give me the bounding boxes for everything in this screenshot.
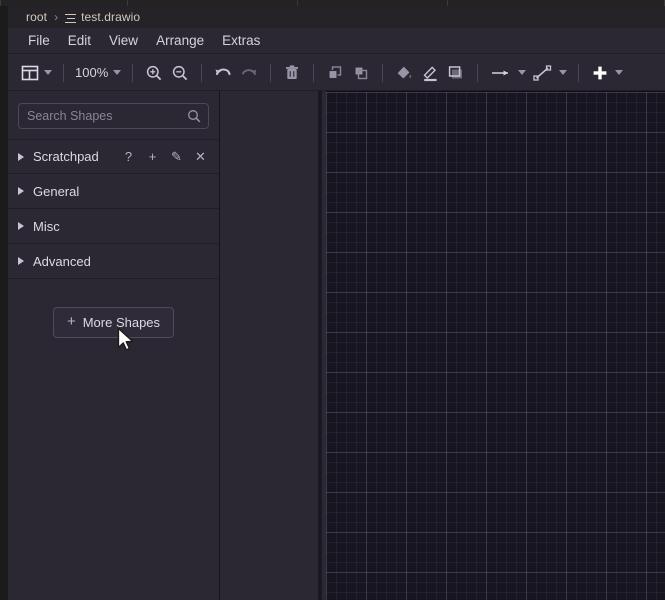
document-lines-icon — [65, 13, 77, 24]
toolbar-separator — [382, 63, 384, 82]
search-container — [8, 91, 219, 139]
toolbar-separator — [201, 63, 203, 82]
chevron-down-icon — [113, 70, 122, 75]
triangle-right-icon — [18, 187, 24, 195]
search-icon[interactable] — [187, 109, 201, 128]
menu-view[interactable]: View — [100, 31, 147, 50]
undo-arrow-icon — [215, 67, 231, 75]
shadow-button[interactable] — [443, 59, 469, 87]
triangle-right-icon — [18, 222, 24, 230]
shape-section-label: General — [33, 183, 80, 199]
insert-button[interactable] — [587, 59, 626, 87]
shape-section-advanced[interactable]: Advanced — [8, 244, 219, 279]
menu-file[interactable]: File — [19, 31, 59, 50]
redo-button[interactable] — [236, 59, 262, 87]
toolbar-separator — [63, 63, 64, 82]
zoom-out-button[interactable] — [167, 59, 193, 87]
line-color-button[interactable] — [417, 59, 443, 87]
breadcrumb-separator: › — [54, 10, 59, 24]
shape-section-label: Advanced — [33, 253, 91, 269]
fill-color-button[interactable] — [391, 59, 417, 87]
chevron-down-icon — [518, 70, 527, 75]
left-gutter — [0, 6, 8, 600]
toolbar-separator — [578, 63, 580, 82]
delete-button[interactable] — [279, 59, 305, 87]
menu-edit[interactable]: Edit — [59, 31, 100, 50]
breadcrumb-root[interactable]: root — [26, 10, 47, 24]
menu-arrange[interactable]: Arrange — [147, 31, 213, 50]
drawio-window: root › test.drawio File Edit View Arrang… — [0, 0, 665, 600]
edge-style-button[interactable] — [529, 59, 570, 87]
scratchpad-edit-icon[interactable]: ✎ — [170, 150, 183, 163]
to-back-button[interactable] — [348, 59, 374, 87]
breadcrumb: root › test.drawio — [8, 6, 665, 28]
zoom-out-icon — [173, 65, 188, 80]
connection-arrow-icon — [492, 70, 509, 75]
menu-extras[interactable]: Extras — [213, 31, 269, 50]
toolbar-separator — [132, 63, 134, 82]
scratchpad-close-icon[interactable]: ✕ — [194, 150, 207, 163]
toolbar-separator — [477, 63, 479, 82]
triangle-right-icon — [18, 257, 24, 265]
bring-to-front-icon — [328, 65, 342, 79]
shapes-panel: Scratchpad ? + ✎ ✕ General Misc Advanced… — [8, 91, 220, 600]
breadcrumb-file[interactable]: test.drawio — [65, 10, 140, 24]
diagram-canvas[interactable] — [326, 91, 665, 600]
chevron-down-icon — [615, 70, 624, 75]
to-front-button[interactable] — [322, 59, 348, 87]
triangle-right-icon — [18, 152, 24, 161]
plus-icon: + — [66, 313, 76, 330]
chevron-down-icon — [559, 70, 568, 75]
redo-arrow-icon — [242, 68, 257, 75]
zoom-level-label: 100% — [75, 65, 109, 80]
shape-section-scratchpad[interactable]: Scratchpad ? + ✎ ✕ — [8, 139, 219, 174]
edge-style-icon — [533, 64, 552, 81]
outline-panel — [221, 91, 322, 600]
trash-icon — [286, 64, 299, 79]
scratchpad-help-icon[interactable]: ? — [122, 150, 135, 163]
view-layout-button[interactable] — [18, 59, 55, 87]
breadcrumb-file-label: test.drawio — [81, 10, 141, 24]
scratchpad-actions: ? + ✎ ✕ — [122, 150, 219, 163]
shape-section-misc[interactable]: Misc — [8, 209, 219, 244]
undo-button[interactable] — [210, 59, 236, 87]
search-input[interactable] — [19, 109, 214, 123]
waypoints-button[interactable] — [486, 59, 529, 87]
scratchpad-add-icon[interactable]: + — [146, 150, 159, 163]
zoom-level-button[interactable]: 100% — [72, 59, 124, 87]
menu-bar: File Edit View Arrange Extras — [8, 28, 665, 54]
search-shapes-box[interactable] — [18, 103, 214, 129]
fill-color-icon — [397, 66, 412, 78]
more-shapes-button[interactable]: + More Shapes — [52, 307, 175, 338]
shadow-icon — [449, 65, 463, 78]
chevron-down-icon — [44, 70, 52, 75]
shape-section-label: Scratchpad — [33, 149, 99, 164]
zoom-in-button[interactable] — [141, 59, 167, 87]
line-color-icon — [423, 65, 437, 81]
panel-layout-icon — [21, 65, 39, 80]
toolbar-separator — [313, 63, 315, 82]
send-to-back-icon — [354, 65, 368, 79]
zoom-in-icon — [147, 65, 162, 80]
shape-section-general[interactable]: General — [8, 174, 219, 209]
more-shapes-container: + More Shapes — [8, 279, 219, 338]
plus-icon — [593, 66, 607, 79]
more-shapes-label: More Shapes — [82, 315, 161, 330]
toolbar-separator — [270, 63, 272, 82]
shape-section-label: Misc — [33, 218, 60, 234]
toolbar: 100% — [8, 55, 665, 91]
